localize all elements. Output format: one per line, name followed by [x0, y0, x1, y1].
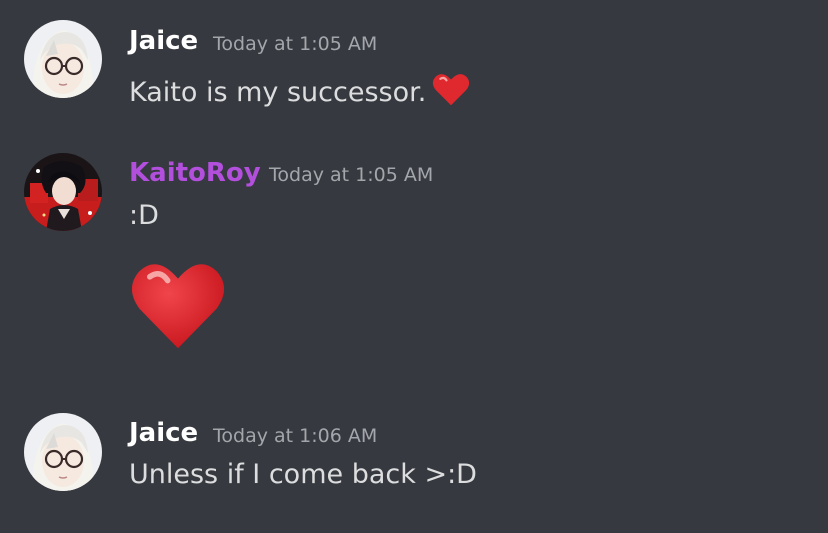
author-name[interactable]: Jaice — [129, 26, 198, 56]
author-name[interactable]: KaitoRoy — [129, 158, 261, 188]
avatar[interactable] — [24, 153, 102, 231]
message-text: Kaito is my successor. — [129, 77, 427, 108]
timestamp: Today at 1:06 AM — [213, 425, 378, 447]
timestamp: Today at 1:05 AM — [269, 164, 434, 186]
heart-emoji-icon[interactable] — [432, 72, 470, 115]
message-text: Unless if I come back >:D — [129, 459, 477, 490]
heart-emoji-icon[interactable] — [131, 258, 225, 356]
avatar[interactable] — [24, 413, 102, 491]
author-name[interactable]: Jaice — [129, 418, 198, 448]
timestamp: Today at 1:05 AM — [213, 33, 378, 55]
message-text: :D — [129, 200, 159, 231]
avatar[interactable] — [24, 20, 102, 98]
message-content: Kaito is my successor. — [129, 72, 470, 115]
